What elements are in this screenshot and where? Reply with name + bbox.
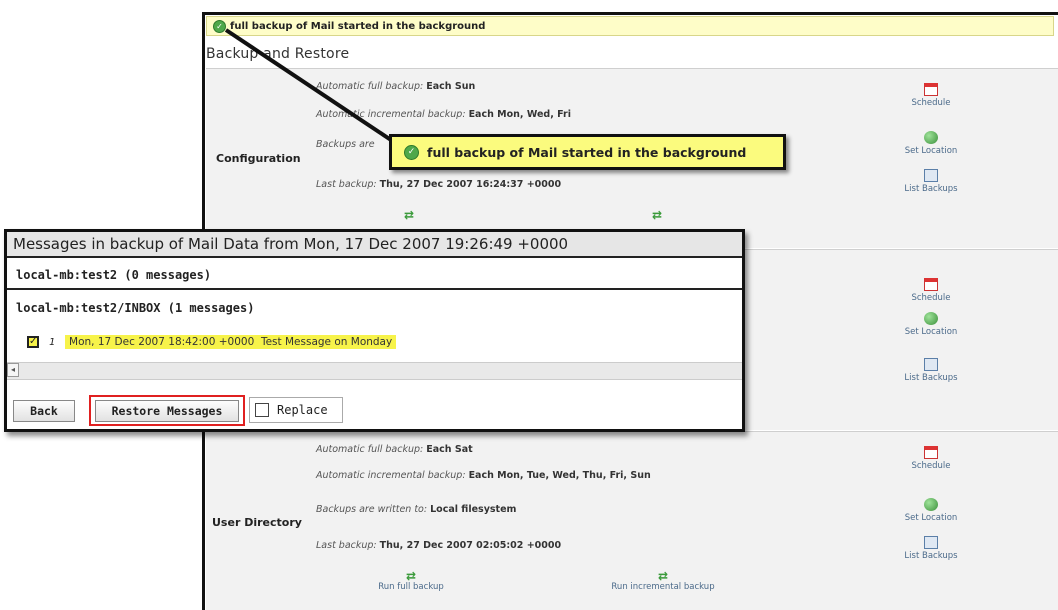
replace-label: Replace [277, 403, 328, 417]
message-subject: Test Message on Monday [260, 336, 393, 348]
status-callout: ✓ full backup of Mail started in the bac… [389, 134, 786, 170]
message-number: 1 [49, 336, 56, 348]
dialog-title: Messages in backup of Mail Data from Mon… [7, 232, 742, 258]
folder-header: local-mb:test2 (0 messages) [7, 260, 742, 290]
scroll-left-arrow-icon[interactable]: ◂ [7, 363, 19, 377]
horizontal-scrollbar[interactable]: ◂ [7, 362, 742, 380]
replace-checkbox[interactable] [255, 403, 269, 417]
check-circle-icon: ✓ [404, 144, 419, 160]
messages-dialog: Messages in backup of Mail Data from Mon… [4, 229, 745, 432]
message-date: Mon, 17 Dec 2007 18:42:00 +0000 [69, 336, 255, 348]
restore-messages-button[interactable]: Restore Messages [95, 400, 239, 422]
message-summary[interactable]: Mon, 17 Dec 2007 18:42:00 +0000 Test Mes… [65, 335, 397, 349]
folder-header: local-mb:test2/INBOX (1 messages) [16, 301, 255, 315]
message-row: ✓ 1 Mon, 17 Dec 2007 18:42:00 +0000 Test… [27, 334, 397, 350]
back-button[interactable]: Back [13, 400, 75, 422]
replace-option[interactable]: Replace [249, 397, 343, 423]
status-callout-text: full backup of Mail started in the backg… [427, 144, 747, 160]
message-checkbox[interactable]: ✓ [27, 336, 39, 348]
